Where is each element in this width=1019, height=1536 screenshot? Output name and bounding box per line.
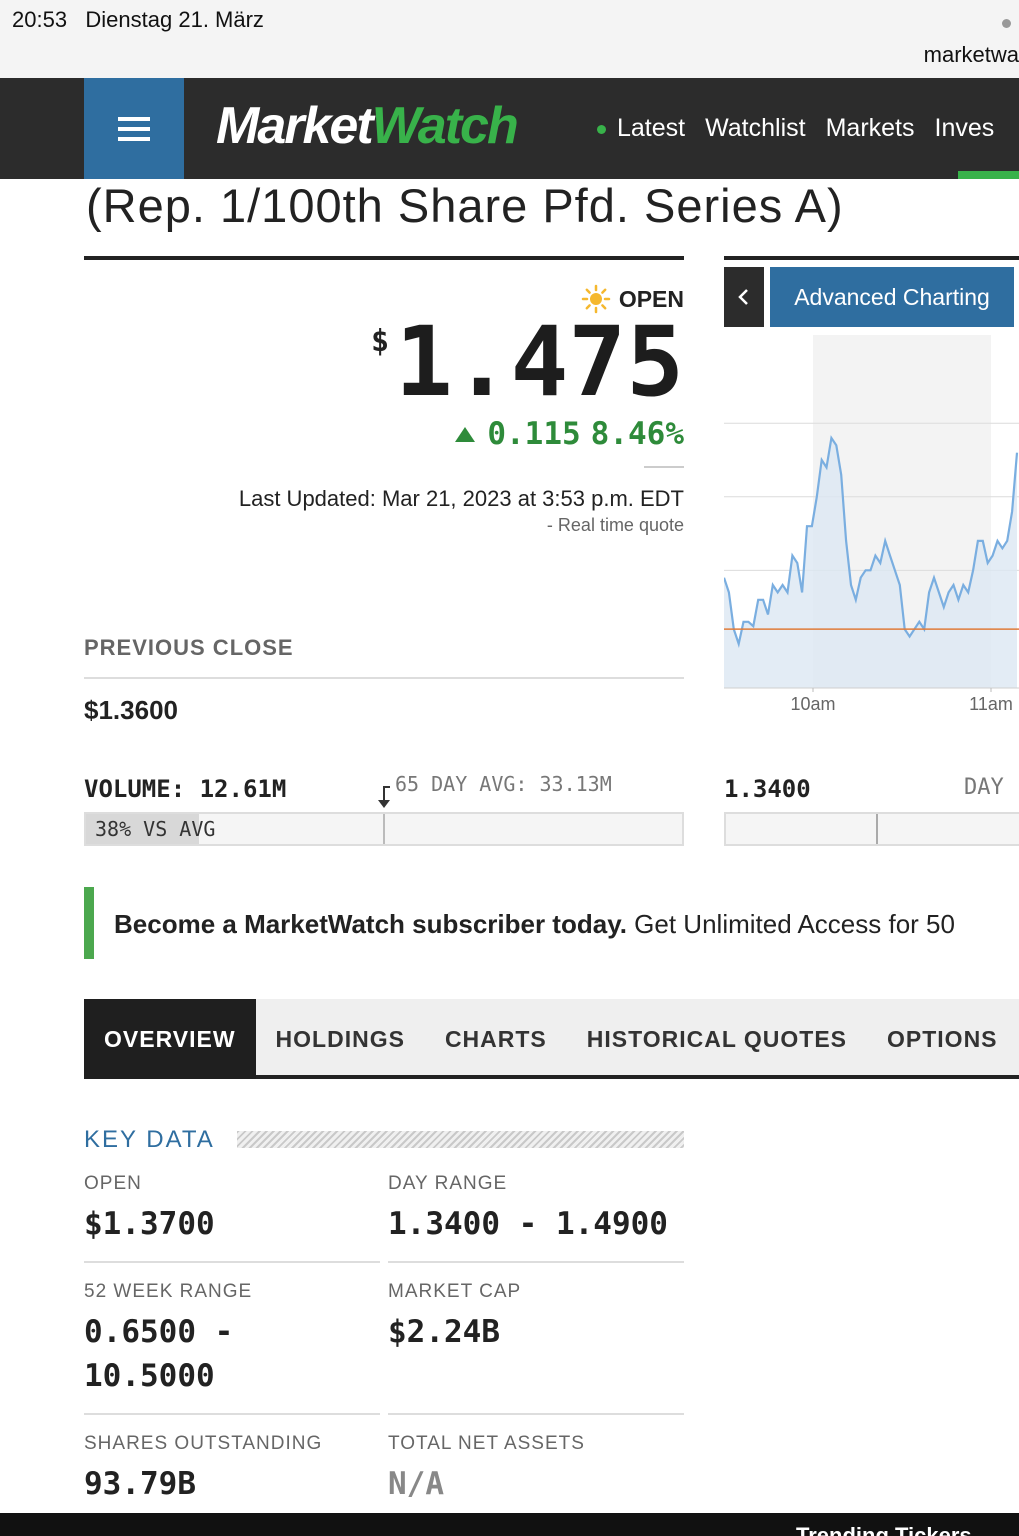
status-time: 20:53 Dienstag 21. März (12, 7, 264, 33)
avg-marker-icon (378, 786, 390, 810)
clock-time: 20:53 (12, 7, 67, 32)
clock-date: Dienstag 21. März (85, 7, 264, 32)
key-data-label: 52 WEEK RANGE (84, 1281, 252, 1303)
realtime-note: - Real time quote (547, 515, 684, 536)
live-dot-icon (597, 125, 606, 134)
key-data-label: MARKET CAP (388, 1281, 521, 1303)
day-range-low: 1.3400 (724, 775, 811, 803)
nav-markets[interactable]: Markets (826, 114, 915, 143)
tab-charts[interactable]: CHARTS (425, 999, 567, 1079)
chart-x-tick-label: 11am (969, 694, 1013, 714)
intraday-chart[interactable]: 10am 11am (724, 330, 1019, 720)
marketwatch-logo[interactable]: MarketWatch (216, 96, 517, 156)
nav-investing[interactable]: Inves (935, 114, 995, 143)
vs-avg: 38% VS AVG (95, 817, 215, 841)
trending-tickers-label: Trending Tickers (796, 1523, 972, 1536)
promo-headline: Become a MarketWatch subscriber today. (114, 909, 627, 939)
arrow-up-icon (455, 427, 475, 442)
subscribe-promo[interactable]: Become a MarketWatch subscriber today. G… (84, 887, 1019, 959)
key-data-label: OPEN (84, 1173, 142, 1195)
day-range-marker (876, 814, 878, 844)
day-range-label: DAY (964, 775, 1004, 800)
key-data-value: $2.24B (388, 1310, 500, 1354)
previous-close-label: PREVIOUS CLOSE (84, 635, 294, 661)
hamburger-menu-button[interactable] (84, 78, 184, 179)
previous-close-value: $1.3600 (84, 695, 178, 726)
key-data-label: DAY RANGE (388, 1173, 507, 1195)
page-title: (Rep. 1/100th Share Pfd. Series A) (86, 178, 844, 233)
quote-tabs: OVERVIEW HOLDINGS CHARTS HISTORICAL QUOT… (84, 999, 1019, 1079)
tab-overview[interactable]: OVERVIEW (84, 999, 256, 1079)
divider (84, 1413, 380, 1415)
change-percent: 8.46% (591, 416, 684, 452)
divider (84, 256, 684, 260)
price: $ 1.475 (371, 310, 684, 416)
price-change: 0.115 8.46% (455, 416, 684, 452)
currency-symbol: $ (371, 324, 389, 359)
hamburger-icon (118, 117, 150, 121)
nav-watchlist[interactable]: Watchlist (705, 114, 805, 143)
price-value: 1.475 (395, 310, 684, 416)
chevron-left-icon (737, 287, 751, 307)
advanced-charting-button[interactable]: Advanced Charting (770, 267, 1014, 327)
section-divider (237, 1131, 684, 1148)
address-bar-url[interactable]: marketwa (924, 42, 1019, 68)
status-bar: 20:53 Dienstag 21. März marketwa (0, 0, 1019, 78)
chart-back-button[interactable] (724, 267, 764, 327)
day-range-bar (724, 812, 1019, 846)
key-data-label: SHARES OUTSTANDING (84, 1433, 322, 1455)
key-data-value: N/A (388, 1462, 444, 1506)
last-updated: Last Updated: Mar 21, 2023 at 3:53 p.m. … (239, 486, 684, 512)
key-data-value: 1.3400 - 1.4900 (388, 1202, 668, 1246)
key-data-value: 93.79B (84, 1462, 196, 1506)
divider (84, 677, 684, 679)
divider (84, 1261, 380, 1263)
nav-active-underline (958, 171, 1019, 179)
tab-options[interactable]: OPTIONS (867, 999, 1018, 1079)
tab-historical-quotes[interactable]: HISTORICAL QUOTES (567, 999, 867, 1079)
site-header: MarketWatch Latest Watchlist Markets Inv… (0, 78, 1019, 179)
change-amount: 0.115 (487, 416, 580, 452)
main-nav: Latest Watchlist Markets Inves (617, 114, 994, 143)
promo-offer: Get Unlimited Access for 50 (627, 909, 955, 939)
key-data-value: 0.6500 - 10.5000 (84, 1310, 344, 1398)
volume-bar: 38% VS AVG (84, 812, 684, 846)
volume: VOLUME: 12.61M (84, 775, 286, 803)
trending-tickers-bar[interactable]: Trending Tickers (0, 1513, 1019, 1536)
volume-avg-tick (383, 814, 385, 844)
key-data-title: KEY DATA (84, 1126, 215, 1154)
key-data-value: $1.3700 (84, 1202, 215, 1246)
tab-holdings[interactable]: HOLDINGS (256, 999, 425, 1079)
divider (388, 1413, 684, 1415)
divider (388, 1261, 684, 1263)
status-dot-icon (1002, 19, 1011, 28)
divider (724, 256, 1019, 260)
nav-latest[interactable]: Latest (617, 114, 685, 143)
avg-65-day: 65 DAY AVG: 33.13M (395, 772, 612, 796)
divider (644, 466, 684, 468)
chart-x-tick-label: 10am (790, 694, 835, 714)
key-data-label: TOTAL NET ASSETS (388, 1433, 585, 1455)
